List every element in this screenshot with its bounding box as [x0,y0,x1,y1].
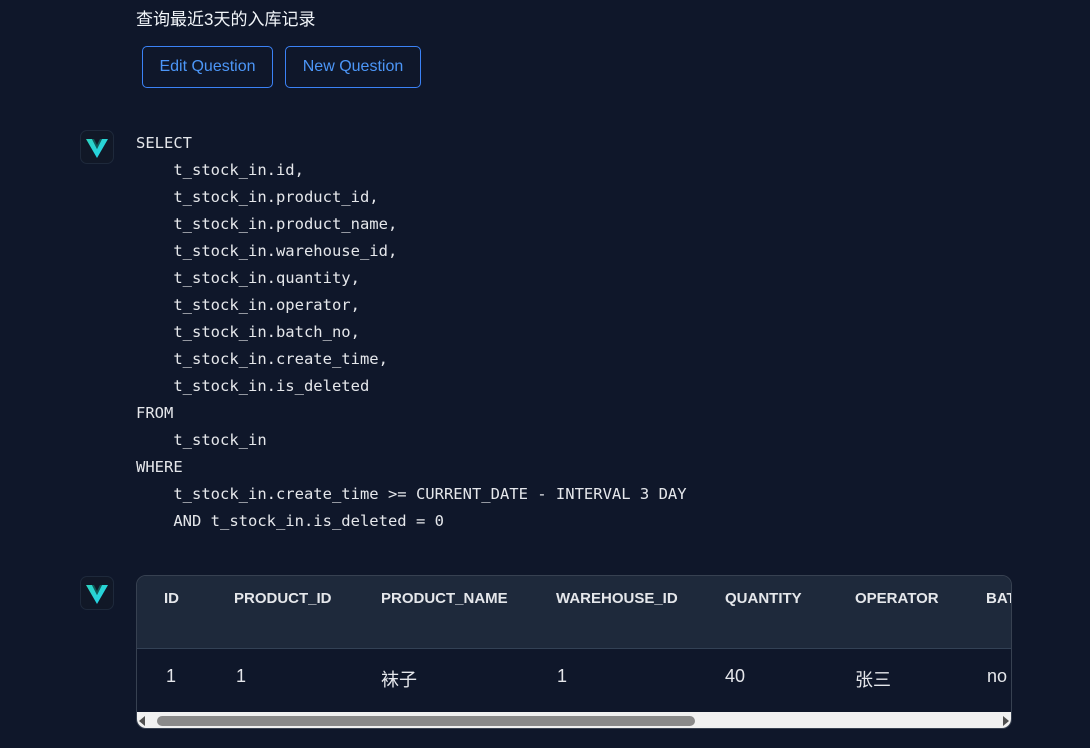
sql-line: t_stock_in.create_time >= CURRENT_DATE -… [136,485,687,503]
sql-line: t_stock_in.create_time, [136,350,388,368]
vanna-chevron-logo-icon [86,139,108,158]
table-header: ID PRODUCT_ID PRODUCT_NAME WAREHOUSE_ID … [137,576,1011,649]
assistant-avatar [80,576,114,610]
sql-line: t_stock_in.warehouse_id, [136,242,398,260]
horizontal-scrollbar[interactable] [137,712,1011,728]
sql-line: t_stock_in.product_name, [136,215,398,233]
scroll-left-arrow-icon[interactable] [139,716,145,726]
table-cell: 1 [166,666,177,686]
column-header[interactable]: QUANTITY [725,590,802,607]
column-header[interactable]: BAT [986,590,1011,607]
sql-line: WHERE [136,458,183,476]
sql-line: t_stock_in.product_id, [136,188,379,206]
table-cell: no [987,666,1008,686]
sql-line: t_stock_in [136,431,267,449]
table-cell: 40 [725,666,746,686]
table-cell: 1 [557,666,568,686]
sql-line: t_stock_in.batch_no, [136,323,360,341]
scroll-right-arrow-icon[interactable] [1003,716,1009,726]
sql-line: t_stock_in.quantity, [136,269,360,287]
sql-line: t_stock_in.id, [136,161,304,179]
sql-line: FROM [136,404,174,422]
table-cell: 袜子 [381,670,417,690]
column-header[interactable]: PRODUCT_ID [234,590,332,607]
sql-line: SELECT [136,134,192,152]
sql-line: t_stock_in.operator, [136,296,360,314]
user-question: 查询最近3天的入库记录 [136,10,316,29]
result-table: ID PRODUCT_ID PRODUCT_NAME WAREHOUSE_ID … [136,575,1012,729]
generated-sql-code: SELECT t_stock_in.id, t_stock_in.product… [136,130,687,535]
assistant-avatar [80,130,114,164]
table-cell: 1 [236,666,247,686]
vanna-chevron-logo-icon [86,585,108,604]
scrollbar-thumb[interactable] [157,716,695,726]
column-header[interactable]: ID [164,590,179,607]
sql-line: t_stock_in.is_deleted [136,377,370,395]
table-cell: 张三 [855,670,891,690]
chat-page: 查询最近3天的入库记录 Edit Question New Question S… [0,0,1090,748]
new-question-button[interactable]: New Question [285,46,421,88]
column-header[interactable]: OPERATOR [855,590,939,607]
column-header[interactable]: WAREHOUSE_ID [556,590,678,607]
sql-line: AND t_stock_in.is_deleted = 0 [136,512,444,530]
column-header[interactable]: PRODUCT_NAME [381,590,508,607]
edit-question-button[interactable]: Edit Question [142,46,273,88]
